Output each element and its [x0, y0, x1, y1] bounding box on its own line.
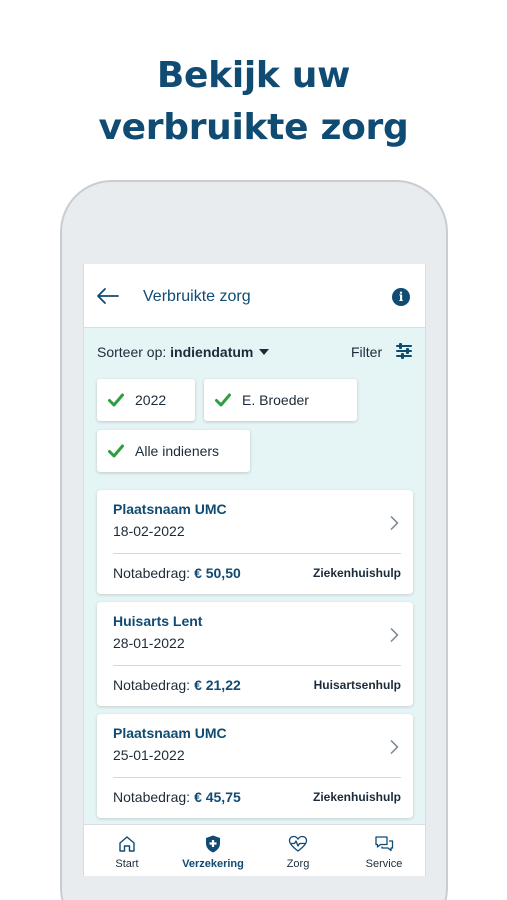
claim-amount: € 21,22	[194, 677, 241, 693]
bottom-nav: Start Verzekering Zorg Service	[84, 824, 425, 876]
chevron-right-icon	[390, 739, 399, 755]
chat-bubbles-icon	[375, 836, 394, 852]
page-title: Verbruikte zorg	[143, 288, 251, 305]
amount-label: Notabedrag:	[113, 789, 191, 805]
divider	[113, 777, 401, 778]
divider	[113, 553, 401, 554]
claim-card[interactable]: Huisarts Lent 28-01-2022 Notabedrag: € 21…	[97, 602, 413, 706]
check-icon	[108, 393, 124, 407]
nav-item-verzekering[interactable]: Verzekering	[170, 825, 256, 876]
filter-chip-person[interactable]: E. Broeder	[204, 379, 357, 421]
back-arrow-icon[interactable]	[94, 284, 120, 308]
check-icon	[108, 444, 124, 458]
chip-label: E. Broeder	[242, 392, 309, 408]
nav-label: Verzekering	[182, 858, 244, 870]
nav-label: Service	[365, 858, 403, 870]
amount-label: Notabedrag:	[113, 677, 191, 693]
claim-date: 28-01-2022	[113, 635, 185, 651]
nav-item-zorg[interactable]: Zorg	[255, 825, 341, 876]
sliders-icon[interactable]	[395, 342, 413, 360]
sort-dropdown[interactable]: Sorteer op: indiendatum	[97, 344, 270, 360]
caret-down-icon	[259, 349, 270, 355]
claim-amount-row: Notabedrag: € 45,75	[113, 789, 241, 805]
filter-chip-submitters[interactable]: Alle indieners	[97, 430, 250, 472]
sort-value: indiendatum	[170, 344, 254, 360]
divider	[113, 665, 401, 666]
claim-provider: Plaatsnaam UMC	[113, 501, 227, 517]
chip-label: 2022	[135, 392, 167, 408]
claim-category: Ziekenhuishulp	[312, 790, 401, 804]
nav-label: Start	[115, 858, 139, 870]
check-icon	[215, 393, 231, 407]
home-icon	[119, 836, 135, 852]
claim-amount: € 50,50	[194, 565, 241, 581]
filter-button[interactable]: Filter	[351, 344, 382, 360]
nav-item-service[interactable]: Service	[341, 825, 425, 876]
chevron-right-icon	[390, 627, 399, 643]
claim-amount-row: Notabedrag: € 50,50	[113, 565, 241, 581]
claim-card[interactable]: Plaatsnaam UMC 18-02-2022 Notabedrag: € 5…	[97, 490, 413, 594]
info-icon[interactable]: i	[392, 288, 410, 306]
nav-label: Zorg	[286, 858, 310, 870]
nav-item-start[interactable]: Start	[84, 825, 170, 876]
shield-plus-icon	[206, 835, 220, 853]
claim-date: 25-01-2022	[113, 747, 185, 763]
claim-provider: Plaatsnaam UMC	[113, 725, 227, 741]
app-bar: Verbruikte zorg i	[84, 264, 425, 328]
sort-prefix: Sorteer op:	[97, 344, 171, 360]
heart-pulse-icon	[288, 835, 308, 852]
claim-category: Huisartsenhulp	[313, 678, 401, 692]
chevron-right-icon	[390, 515, 399, 531]
claim-category: Ziekenhuishulp	[312, 566, 401, 580]
headline-line-1: Bekijk uw	[156, 55, 351, 96]
app-screen: Verbruikte zorg i Sorteer op: indiendatu…	[83, 264, 426, 876]
claim-provider: Huisarts Lent	[113, 613, 203, 629]
claim-card[interactable]: Plaatsnaam UMC 25-01-2022 Notabedrag: € 4…	[97, 714, 413, 818]
claim-date: 18-02-2022	[113, 523, 185, 539]
headline: Bekijk uw verbruikte zorg	[0, 50, 507, 154]
filter-chip-year[interactable]: 2022	[97, 379, 195, 421]
claim-amount: € 45,75	[194, 789, 241, 805]
claim-amount-row: Notabedrag: € 21,22	[113, 677, 241, 693]
amount-label: Notabedrag:	[113, 565, 191, 581]
headline-line-2: verbruikte zorg	[98, 107, 409, 148]
chip-label: Alle indieners	[135, 443, 220, 459]
